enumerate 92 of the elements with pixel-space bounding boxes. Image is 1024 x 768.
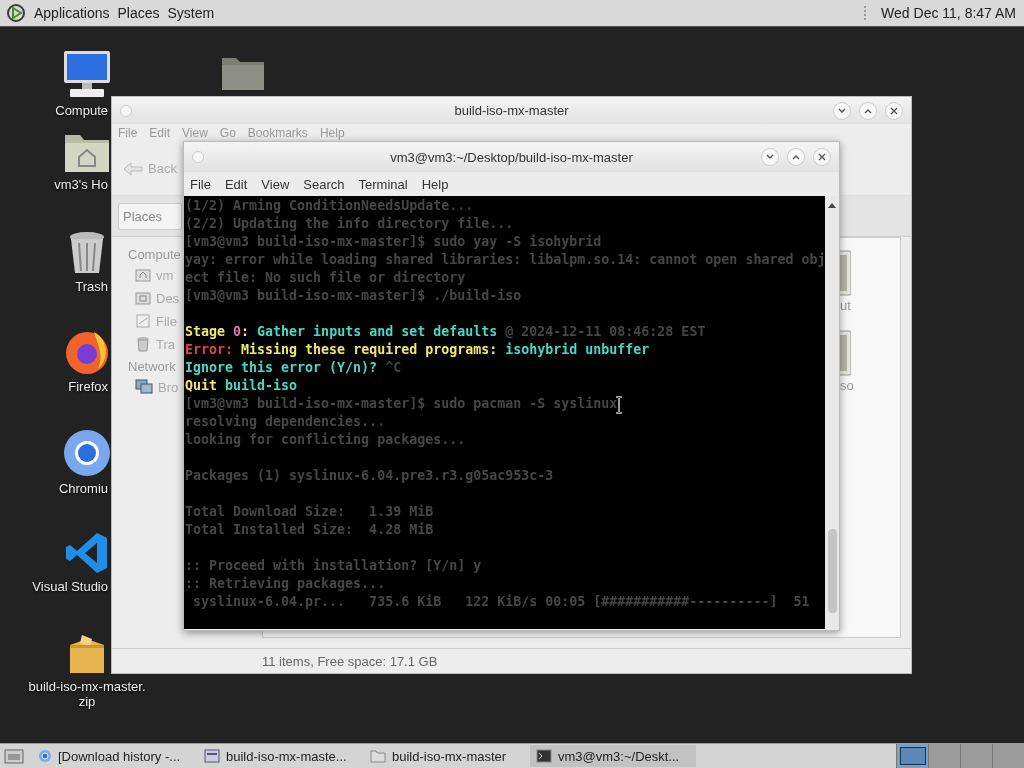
panel-menu[interactable]: System — [167, 5, 215, 21]
trash-icon — [135, 336, 151, 352]
sidebar-heading: Compute — [128, 247, 181, 262]
taskbar-button[interactable]: vm3@vm3:~/Deskt... — [530, 745, 696, 767]
browser-icon — [38, 749, 52, 763]
window-menu-icon[interactable] — [192, 151, 204, 163]
scroll-up-arrow-icon[interactable] — [828, 202, 836, 208]
chromium-icon[interactable] — [63, 429, 111, 477]
menu-item[interactable]: Search — [303, 176, 345, 192]
scrollbar-thumb[interactable] — [828, 529, 837, 613]
computer-icon[interactable] — [62, 49, 112, 99]
terminal-text: :: Proceed with installation? [Y/n] y — [185, 558, 482, 573]
file-icon[interactable] — [840, 330, 851, 376]
status-bar: 11 items, Free space: 17.1 GB — [112, 648, 911, 673]
panel-menu[interactable]: Applications — [34, 5, 110, 21]
folder-icon — [135, 290, 151, 306]
close-button[interactable] — [885, 101, 903, 120]
chevron-up-icon — [864, 107, 872, 114]
menu-item[interactable]: File — [190, 176, 211, 192]
scrollbar[interactable] — [825, 196, 839, 629]
terminal-text: syslinux-6.04.pr... 735.6 KiB 122 KiB/s 00:05 [###########----------] 51 — [192, 594, 810, 609]
terminal-text: [vm3@vm3 build-iso-mx-master]$ sudo pacman -S syslinux — [185, 396, 618, 411]
home-folder-icon — [135, 267, 151, 283]
minimize-button[interactable] — [761, 148, 779, 166]
sidebar-heading: Network — [128, 359, 176, 374]
terminal-text: yay: error while loading shared libraries: libalpm.so.14: cannot open shared obj — [185, 252, 825, 267]
desktop-icon-label: vm3's Ho — [53, 177, 108, 192]
clock[interactable]: Wed Dec 11, 8:47 AM — [881, 5, 1016, 21]
package-icon[interactable] — [68, 633, 106, 675]
terminal-text: resolving dependencies... — [185, 414, 386, 429]
terminal-text: Quit — [185, 378, 218, 393]
terminal-text: @ 2024-12-11 08:46:28 EST — [504, 324, 706, 339]
close-icon — [890, 106, 898, 115]
terminal-icon — [536, 749, 552, 763]
desktop-icon-label: Trash — [74, 279, 108, 294]
window-icon — [204, 749, 220, 763]
desktop-icon-label: Visual Studio — [31, 579, 108, 594]
terminal-text: (1/2) Arming ConditionNeedsUpdate... — [185, 198, 474, 213]
close-button[interactable] — [813, 148, 831, 166]
trash-icon[interactable] — [68, 231, 106, 275]
back-arrow-icon — [122, 160, 144, 177]
terminal-text: [vm3@vm3 build-iso-mx-master]$ sudo yay -S isohybrid — [185, 234, 602, 249]
workspace-button[interactable] — [896, 744, 928, 768]
menu-item[interactable]: Help — [421, 176, 449, 192]
terminal-text: Packages (1) syslinux-6.04.pre3.r3.g05ac953c-3 — [185, 468, 554, 483]
terminal-text: Missing these required programs: — [240, 342, 499, 357]
terminal-text: Stage — [185, 324, 227, 339]
folder-icon — [370, 749, 386, 763]
window-title: build-iso-mx-master — [454, 103, 569, 118]
desktop-icon-label: Chromiu — [57, 481, 108, 496]
terminal-text: :: Retrieving packages... — [185, 576, 386, 591]
terminal-text: Total Installed Size: 4.28 MiB — [185, 522, 434, 537]
maximize-button[interactable] — [859, 101, 877, 120]
desktop-icon-label: build-iso-mx-master. zip — [28, 679, 146, 709]
terminal-text: (2/2) Updating the info directory file... — [185, 216, 514, 231]
terminal-text: Ignore this error (Y/n)? — [185, 360, 378, 375]
terminal-text: : — [241, 324, 251, 339]
show-desktop-icon[interactable] — [4, 747, 24, 765]
flame-globe-icon[interactable] — [64, 329, 110, 375]
maximize-button[interactable] — [787, 148, 805, 166]
terminal-text: ect file: No such file or directory — [185, 270, 466, 285]
folder-icon[interactable] — [221, 55, 265, 91]
chevron-up-icon — [792, 154, 800, 160]
window-menu-icon[interactable] — [120, 104, 132, 117]
text-cursor-icon — [615, 396, 623, 414]
code-editor-icon[interactable] — [65, 531, 109, 575]
file-label: so — [840, 378, 854, 393]
network-icon — [135, 379, 153, 395]
terminal-text: ^C — [384, 360, 402, 375]
close-icon — [818, 153, 826, 161]
terminal-text: Gather inputs and set defaults — [257, 324, 498, 339]
chevron-down-icon — [766, 154, 774, 160]
terminal-text: Total Download Size: 1.39 MiB — [185, 504, 434, 519]
desktop-icon-label: Firefox — [67, 379, 108, 394]
logo-icon[interactable] — [6, 3, 26, 23]
drive-icon — [135, 313, 151, 329]
terminal-text: 0 — [233, 324, 242, 339]
file-label: ut — [840, 298, 851, 313]
chevron-down-icon — [838, 107, 846, 114]
terminal-text: Error: — [185, 342, 234, 357]
file-icon[interactable] — [840, 250, 851, 296]
terminal-text: [vm3@vm3 build-iso-mx-master]$ ./build-iso — [185, 288, 522, 303]
terminal-text: build-iso — [224, 378, 298, 393]
minimize-button[interactable] — [833, 101, 851, 120]
desktop-icon-label: Compute — [54, 103, 108, 118]
terminal-text: isohybrid unbuffer — [505, 342, 650, 357]
panel-menu[interactable]: Places — [117, 5, 160, 21]
menu-item[interactable]: Edit — [224, 176, 248, 192]
menu-item[interactable]: View — [261, 176, 290, 192]
window-title: vm3@vm3:~/Desktop/build-iso-mx-master — [390, 149, 633, 165]
terminal-text: looking for conflicting packages... — [185, 432, 466, 447]
menu-item[interactable]: Terminal — [358, 176, 408, 192]
